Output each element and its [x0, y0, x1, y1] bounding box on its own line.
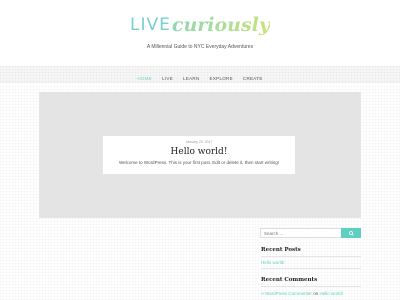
divider — [261, 256, 361, 257]
search-button[interactable] — [341, 228, 361, 238]
logo-word: LIVE — [130, 15, 171, 35]
recent-comments-title: Recent Comments — [261, 277, 318, 283]
comment-author-link[interactable]: A WordPress Commenter — [261, 291, 312, 296]
logo-script: curiously — [171, 14, 270, 36]
site-tagline: A Millennial Guide to NYC Everyday Adven… — [146, 44, 254, 50]
comment-post-link[interactable]: Hello world! — [319, 291, 343, 296]
post-title[interactable]: Hello world! — [103, 147, 295, 157]
search-icon — [348, 230, 354, 236]
nav-item-learn[interactable]: LEARN — [183, 76, 200, 81]
recent-post-link[interactable]: Hello world! — [261, 260, 285, 265]
nav-item-live[interactable]: LIVE — [162, 76, 173, 81]
search-input[interactable] — [260, 228, 342, 238]
recent-comment: A WordPress Commenter on Hello world! — [261, 291, 343, 296]
post-date: January 20, 2017 — [185, 140, 213, 144]
nav-item-explore[interactable]: EXPLORE — [210, 76, 233, 81]
post-card: January 20, 2017 Hello world! Welcome to… — [103, 136, 295, 174]
nav-item-create[interactable]: CREATE — [243, 76, 263, 81]
divider — [261, 286, 361, 287]
recent-posts-title: Recent Posts — [261, 247, 301, 253]
site-logo[interactable]: LIVEcuriously — [0, 14, 400, 44]
divider — [261, 268, 361, 269]
post-excerpt: Welcome to WordPress. This is your first… — [118, 160, 280, 165]
nav-item-home[interactable]: HOME — [137, 76, 152, 81]
main-navigation: HOME LIVE LEARN EXPLORE CREATE — [0, 66, 400, 83]
comment-on-text: on — [313, 291, 319, 296]
